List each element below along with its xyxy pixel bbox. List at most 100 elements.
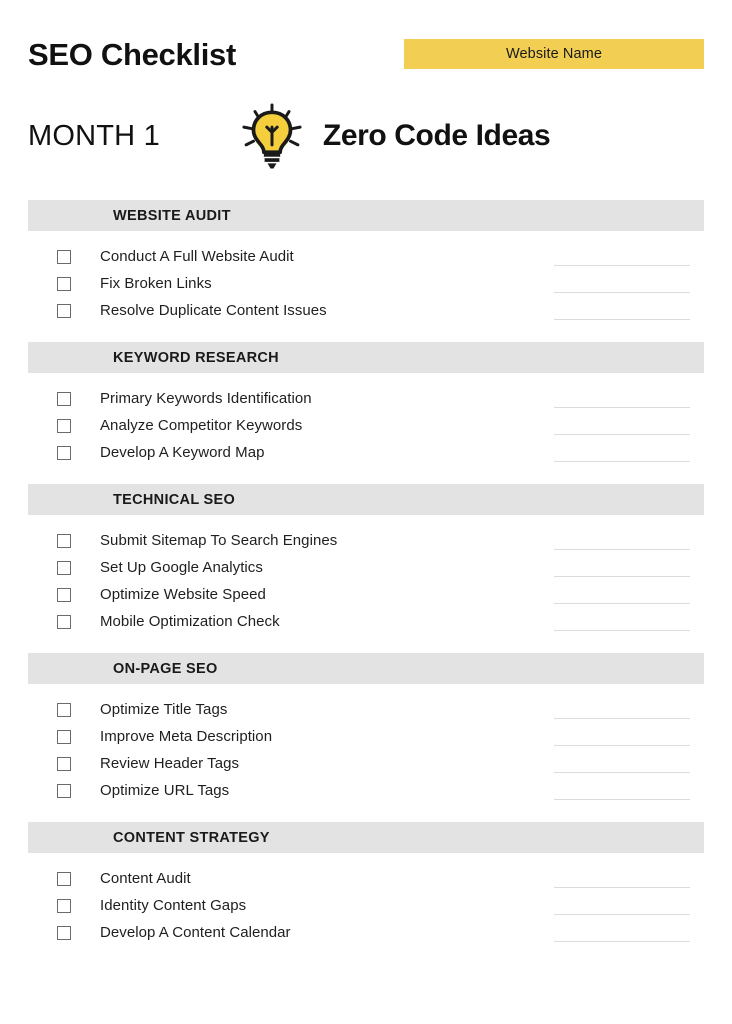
note-write-line[interactable] [554,799,690,800]
checklist-item-row: Optimize Website Speed [28,581,704,608]
checkbox[interactable] [57,898,71,913]
section-header: ON-PAGE SEO [28,653,704,684]
checklist-section: KEYWORD RESEARCH Primary Keywords Identif… [28,342,704,484]
checklist-item-row: Primary Keywords Identification [28,385,704,412]
checklist-item-label: Conduct A Full Website Audit [100,248,294,265]
month-label: MONTH 1 [28,119,160,152]
checklist-item-label: Develop A Content Calendar [100,924,291,941]
section-title: KEYWORD RESEARCH [113,349,279,366]
checklist-section: WEBSITE AUDIT Conduct A Full Website Audi… [28,200,704,342]
note-write-line[interactable] [554,914,690,915]
checklist-item-row: Resolve Duplicate Content Issues [28,297,704,324]
checklist-item-label: Optimize Website Speed [100,586,266,603]
page-title: SEO Checklist [28,36,237,72]
checklist-item-label: Set Up Google Analytics [100,559,263,576]
note-write-line[interactable] [554,461,690,462]
checklist-item-row: Identity Content Gaps [28,892,704,919]
checkbox[interactable] [57,729,71,744]
section-title: CONTENT STRATEGY [113,829,270,846]
checklist-section: CONTENT STRATEGY Content Audit Identity Co… [28,822,704,964]
checklist-item-label: Mobile Optimization Check [100,613,280,630]
section-item-list: Submit Sitemap To Search Engines Set Up G… [28,515,704,653]
checklist-item-row: Mobile Optimization Check [28,608,704,635]
checklist-item-label: Analyze Competitor Keywords [100,417,303,434]
checklist-body: WEBSITE AUDIT Conduct A Full Website Audi… [0,200,732,964]
note-write-line[interactable] [554,941,690,942]
checkbox[interactable] [57,533,71,548]
checklist-item-row: Develop A Content Calendar [28,919,704,946]
checklist-item-row: Submit Sitemap To Search Engines [28,527,704,554]
section-item-list: Optimize Title Tags Improve Meta Descript… [28,684,704,822]
note-write-line[interactable] [554,434,690,435]
checklist-item-row: Content Audit [28,865,704,892]
section-header: CONTENT STRATEGY [28,822,704,853]
checkbox[interactable] [57,871,71,886]
checklist-item-row: Review Header Tags [28,750,704,777]
checklist-item-label: Improve Meta Description [100,728,273,745]
note-write-line[interactable] [554,576,690,577]
lightbulb-icon [242,103,302,169]
checklist-item-row: Improve Meta Description [28,723,704,750]
checkbox[interactable] [57,783,71,798]
checklist-item-label: Content Audit [100,870,191,887]
seo-checklist-page: SEO Checklist Website Name MONTH 1 Zero … [0,0,732,1024]
section-item-list: Primary Keywords Identification Analyze C… [28,373,704,484]
note-write-line[interactable] [554,407,690,408]
note-write-line[interactable] [554,549,690,550]
brand-name: Zero Code Ideas [322,119,551,152]
section-header: KEYWORD RESEARCH [28,342,704,373]
page-header: SEO Checklist Website Name MONTH 1 Zero … [0,0,732,182]
checkbox[interactable] [57,925,71,940]
checklist-item-row: Set Up Google Analytics [28,554,704,581]
checklist-item-label: Optimize Title Tags [100,701,228,718]
checklist-item-label: Submit Sitemap To Search Engines [100,532,338,549]
checkbox[interactable] [57,756,71,771]
section-title: ON-PAGE SEO [113,660,218,677]
website-name-label: Website Name [505,46,603,62]
note-write-line[interactable] [554,603,690,604]
note-write-line[interactable] [554,745,690,746]
note-write-line[interactable] [554,265,690,266]
checklist-item-label: Fix Broken Links [100,275,212,292]
section-item-list: Conduct A Full Website Audit Fix Broken L… [28,231,704,342]
checklist-item-row: Optimize Title Tags [28,696,704,723]
header-top-row: SEO Checklist Website Name [28,0,704,90]
checkbox[interactable] [57,702,71,717]
checklist-item-row: Conduct A Full Website Audit [28,243,704,270]
website-name-banner[interactable]: Website Name [404,39,704,69]
checkbox[interactable] [57,249,71,264]
checklist-item-label: Develop A Keyword Map [100,444,265,461]
checkbox[interactable] [57,445,71,460]
checklist-item-row: Optimize URL Tags [28,777,704,804]
checkbox[interactable] [57,303,71,318]
checkbox[interactable] [57,391,71,406]
note-write-line[interactable] [554,292,690,293]
section-title: WEBSITE AUDIT [113,207,231,224]
brand-block: Zero Code Ideas [235,99,551,173]
checkbox[interactable] [57,418,71,433]
checklist-item-label: Primary Keywords Identification [100,390,312,407]
checkbox[interactable] [57,587,71,602]
checkbox[interactable] [57,276,71,291]
note-write-line[interactable] [554,887,690,888]
checkbox[interactable] [57,614,71,629]
checklist-item-label: Resolve Duplicate Content Issues [100,302,327,319]
checklist-item-row: Develop A Keyword Map [28,439,704,466]
note-write-line[interactable] [554,772,690,773]
note-write-line[interactable] [554,630,690,631]
checklist-section: TECHNICAL SEO Submit Sitemap To Search En… [28,484,704,653]
checklist-item-label: Optimize URL Tags [100,782,230,799]
note-write-line[interactable] [554,718,690,719]
checklist-section: ON-PAGE SEO Optimize Title Tags Improve Me… [28,653,704,822]
checkbox[interactable] [57,560,71,575]
header-bottom-row: MONTH 1 Zero Code Ideas [28,90,704,182]
note-write-line[interactable] [554,319,690,320]
checklist-item-label: Identity Content Gaps [100,897,247,914]
checklist-item-row: Analyze Competitor Keywords [28,412,704,439]
section-header: TECHNICAL SEO [28,484,704,515]
section-item-list: Content Audit Identity Content Gaps Develo… [28,853,704,964]
section-title: TECHNICAL SEO [113,491,236,508]
section-header: WEBSITE AUDIT [28,200,704,231]
checklist-item-label: Review Header Tags [100,755,240,772]
checklist-item-row: Fix Broken Links [28,270,704,297]
